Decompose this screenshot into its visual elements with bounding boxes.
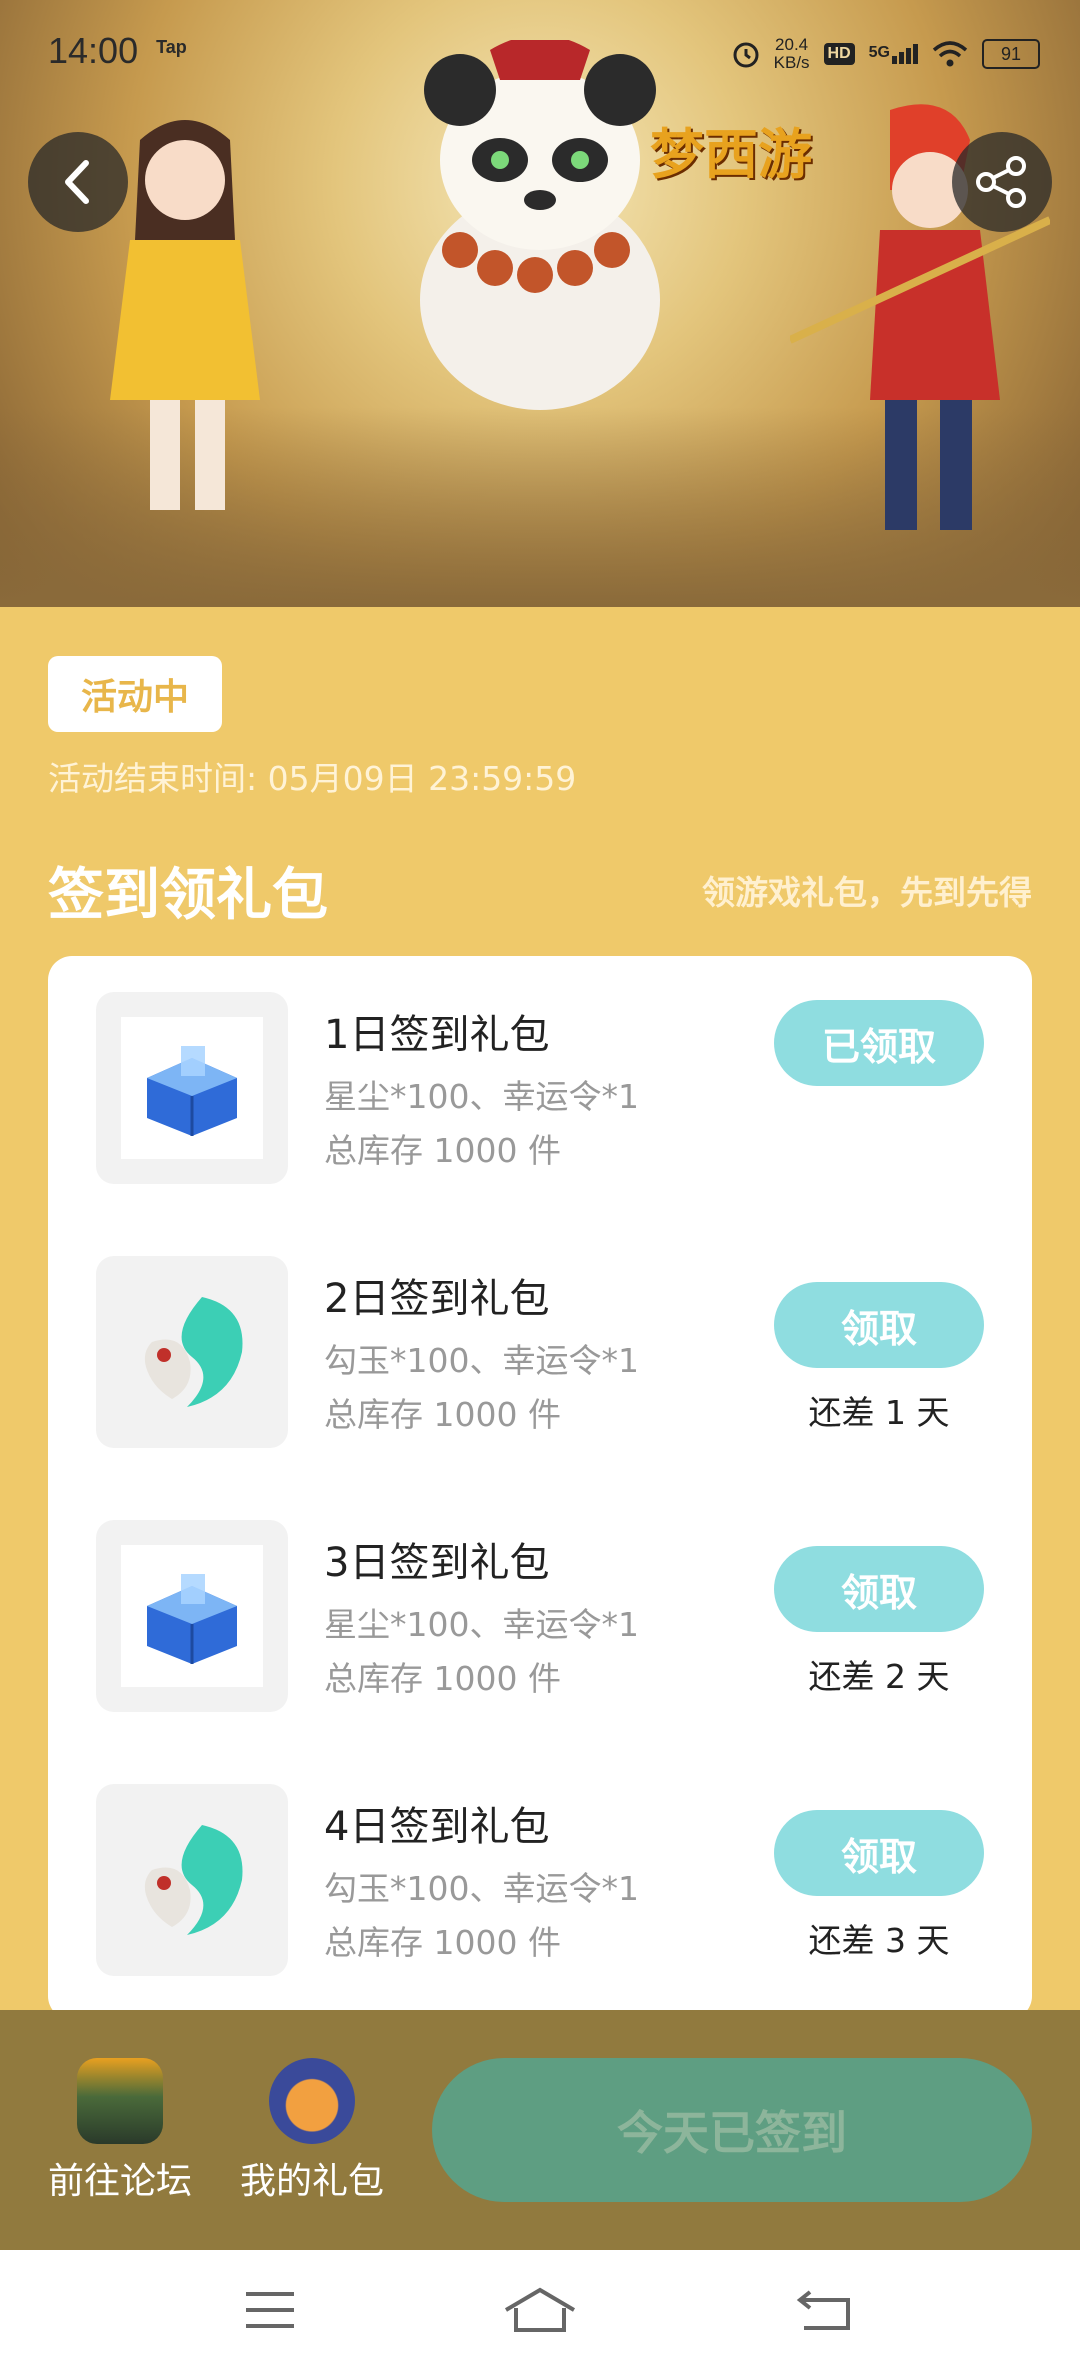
system-navigation-bar	[0, 2250, 1080, 2376]
back-button[interactable]	[28, 132, 128, 232]
section-subtitle: 领游戏礼包，先到先得	[702, 873, 1032, 912]
days-remaining: 还差 3 天	[808, 1921, 950, 1960]
claimed-button[interactable]: 已领取	[774, 1000, 984, 1086]
my-gifts-label: 我的礼包	[239, 2161, 384, 2202]
blue-chest-icon	[147, 1046, 237, 1136]
net-speed: 20.4 KB/s	[774, 36, 810, 72]
gift-description: 星尘*100、幸运令*1	[324, 1605, 639, 1644]
hero-banner: 梦西游 14:00 Tap 20.4 KB/s HD 5G 91	[0, 0, 1080, 607]
gift-description: 勾玉*100、幸运令*1	[324, 1869, 639, 1908]
gift-item: 1日签到礼包 星尘*100、幸运令*1 总库存 1000 件 已领取	[48, 992, 1032, 1192]
alarm-icon	[733, 42, 759, 68]
gift-stock: 总库存 1000 件	[324, 1923, 561, 1962]
forum-link[interactable]: 前往论坛	[30, 2058, 210, 2204]
forum-label: 前往论坛	[47, 2161, 192, 2202]
days-remaining: 还差 1 天	[808, 1393, 950, 1432]
forum-avatar-icon	[77, 2058, 163, 2144]
status-time: 14:00 Tap	[48, 30, 187, 72]
panda-character-illustration	[420, 40, 660, 410]
home-icon	[504, 2287, 576, 2332]
section-title: 签到领礼包	[48, 863, 328, 928]
share-button[interactable]	[952, 132, 1052, 232]
back-nav-button[interactable]	[784, 2280, 864, 2340]
gift-thumbnail	[96, 992, 288, 1184]
gift-list-card: 1日签到礼包 星尘*100、幸运令*1 总库存 1000 件 已领取 2日签到礼…	[48, 956, 1032, 2020]
gift-item: 4日签到礼包 勾玉*100、幸运令*1 总库存 1000 件 领取 还差 3 天	[48, 1784, 1032, 1984]
signal-icon: 5G	[869, 44, 918, 64]
claim-button[interactable]: 领取	[774, 1810, 984, 1896]
jade-magatama-icon	[144, 1297, 243, 1407]
gift-title: 4日签到礼包	[324, 1804, 550, 1850]
menu-icon	[246, 2292, 294, 2328]
status-icons: 20.4 KB/s HD 5G 91	[732, 36, 1040, 72]
menu-button[interactable]	[230, 2280, 310, 2340]
chevron-left-icon	[65, 160, 89, 204]
activity-status-tag: 活动中	[48, 656, 222, 732]
bottom-action-bar: 前往论坛 我的礼包 今天已签到	[0, 2010, 1080, 2250]
gift-item: 2日签到礼包 勾玉*100、幸运令*1 总库存 1000 件 领取 还差 1 天	[48, 1256, 1032, 1456]
gift-stock: 总库存 1000 件	[324, 1659, 561, 1698]
game-logo: 梦西游	[650, 122, 812, 186]
gift-stock: 总库存 1000 件	[324, 1131, 561, 1170]
jade-magatama-icon	[144, 1825, 243, 1935]
days-remaining: 还差 2 天	[808, 1657, 950, 1696]
back-nav-icon	[796, 2290, 850, 2330]
gift-description: 勾玉*100、幸运令*1	[324, 1341, 639, 1380]
battery-icon: 91	[982, 39, 1040, 69]
claim-button[interactable]: 领取	[774, 1546, 984, 1632]
net-speed-unit: KB/s	[773, 53, 810, 72]
gift-avatar-icon	[269, 2058, 355, 2144]
home-button[interactable]	[500, 2280, 580, 2340]
gift-stock: 总库存 1000 件	[324, 1395, 561, 1434]
time-text: 14:00	[48, 30, 139, 71]
my-gifts-link[interactable]: 我的礼包	[222, 2058, 402, 2204]
claim-button[interactable]: 领取	[774, 1282, 984, 1368]
gift-thumbnail	[96, 1784, 288, 1976]
signed-in-today-button[interactable]: 今天已签到	[432, 2058, 1032, 2202]
hd-badge: HD	[823, 43, 855, 65]
gift-thumbnail	[96, 1256, 288, 1448]
gift-thumbnail	[96, 1520, 288, 1712]
tap-indicator: Tap	[156, 37, 187, 57]
gift-title: 3日签到礼包	[324, 1540, 550, 1586]
net-speed-value: 20.4	[775, 35, 809, 54]
gift-title: 2日签到礼包	[324, 1276, 550, 1322]
activity-end-time: 活动结束时间: 05月09日 23:59:59	[48, 759, 577, 798]
blue-chest-icon	[147, 1574, 237, 1664]
wifi-icon	[932, 41, 968, 67]
gift-description: 星尘*100、幸运令*1	[324, 1077, 639, 1116]
gift-item: 3日签到礼包 星尘*100、幸运令*1 总库存 1000 件 领取 还差 2 天	[48, 1520, 1032, 1720]
signal-label: 5G	[868, 44, 890, 61]
share-icon	[976, 156, 1026, 208]
gift-title: 1日签到礼包	[324, 1012, 550, 1058]
